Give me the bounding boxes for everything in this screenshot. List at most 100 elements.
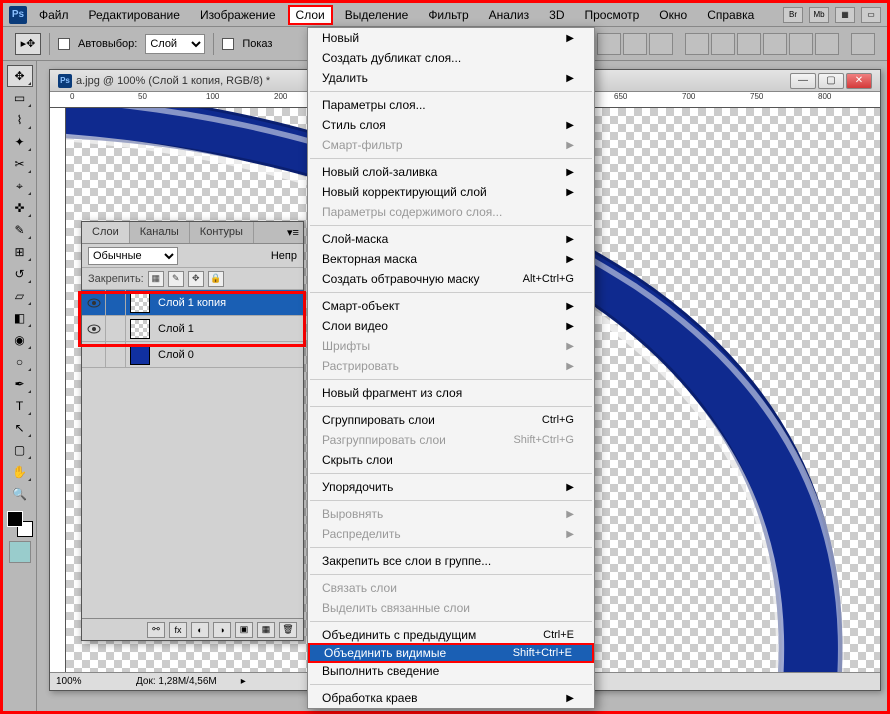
arrange-icon[interactable]: ▦ <box>835 7 855 23</box>
ruler-vertical[interactable] <box>50 108 66 672</box>
brush-tool[interactable]: ✎ <box>7 219 33 241</box>
maximize-button[interactable]: ▢ <box>818 73 844 89</box>
menu-изображение[interactable]: Изображение <box>192 5 284 25</box>
auto-select-checkbox[interactable] <box>58 38 70 50</box>
menu-слои[interactable]: Слои <box>288 5 333 25</box>
link-cell[interactable] <box>106 290 126 315</box>
heal-tool[interactable]: ✜ <box>7 197 33 219</box>
menu-item[interactable]: Закрепить все слои в группе... <box>308 551 594 571</box>
close-button[interactable]: ✕ <box>846 73 872 89</box>
menu-выделение[interactable]: Выделение <box>337 5 417 25</box>
menu-item[interactable]: Упорядочить▶ <box>308 477 594 497</box>
menu-item[interactable]: Новый▶ <box>308 28 594 48</box>
menu-item[interactable]: Обработка краев▶ <box>308 688 594 708</box>
wand-tool[interactable]: ✦ <box>7 131 33 153</box>
zoom-level[interactable]: 100% <box>56 676 116 687</box>
menu-item[interactable]: Смарт-объект▶ <box>308 296 594 316</box>
menu-item[interactable]: Выполнить сведение <box>308 661 594 681</box>
align-btn[interactable] <box>597 33 621 55</box>
layer-thumbnail[interactable] <box>130 293 150 313</box>
group-icon[interactable]: ▣ <box>235 622 253 638</box>
lock-all-icon[interactable]: 🔒 <box>208 271 224 287</box>
eyedrop-tool[interactable]: ⌖ <box>7 175 33 197</box>
panel-menu-icon[interactable]: ▾≡ <box>283 222 303 243</box>
lock-transparent-icon[interactable]: ▦ <box>148 271 164 287</box>
layer-thumbnail[interactable] <box>130 345 150 365</box>
link-cell[interactable] <box>106 316 126 341</box>
auto-align-btn[interactable] <box>851 33 875 55</box>
minibridge-icon[interactable]: Mb <box>809 7 829 23</box>
distribute-btn[interactable] <box>711 33 735 55</box>
pen-tool[interactable]: ✒ <box>7 373 33 395</box>
quickmask-toggle[interactable] <box>9 541 31 563</box>
crop-tool[interactable]: ✂ <box>7 153 33 175</box>
menu-item[interactable]: Векторная маска▶ <box>308 249 594 269</box>
distribute-btn[interactable] <box>763 33 787 55</box>
minimize-button[interactable]: — <box>790 73 816 89</box>
menu-item[interactable]: Объединить с предыдущимCtrl+E <box>308 625 594 645</box>
layer-name[interactable]: Слой 1 <box>154 323 303 335</box>
eraser-tool[interactable]: ▱ <box>7 285 33 307</box>
menu-item[interactable]: Новый слой-заливка▶ <box>308 162 594 182</box>
stamp-tool[interactable]: ⊞ <box>7 241 33 263</box>
menu-item[interactable]: Создать обтравочную маскуAlt+Ctrl+G <box>308 269 594 289</box>
tab-layers[interactable]: Слои <box>82 222 130 243</box>
marquee-tool[interactable]: ▭ <box>7 87 33 109</box>
history-brush-tool[interactable]: ↺ <box>7 263 33 285</box>
move-tool-preset[interactable]: ▸✥ <box>15 33 41 55</box>
lock-paint-icon[interactable]: ✎ <box>168 271 184 287</box>
menu-3d[interactable]: 3D <box>541 5 572 25</box>
trash-icon[interactable]: 🗑 <box>279 622 297 638</box>
link-layers-icon[interactable]: ⚯ <box>147 622 165 638</box>
menu-фильтр[interactable]: Фильтр <box>420 5 476 25</box>
menu-item[interactable]: Сгруппировать слоиCtrl+G <box>308 410 594 430</box>
show-transform-checkbox[interactable] <box>222 38 234 50</box>
menu-item[interactable]: Параметры слоя... <box>308 95 594 115</box>
tab-paths[interactable]: Контуры <box>190 222 254 243</box>
align-btn[interactable] <box>623 33 647 55</box>
lasso-tool[interactable]: ⌇ <box>7 109 33 131</box>
dodge-tool[interactable]: ○ <box>7 351 33 373</box>
layers-panel[interactable]: Слои Каналы Контуры ▾≡ Обычные Непр Закр… <box>81 221 304 641</box>
menu-item[interactable]: Стиль слоя▶ <box>308 115 594 135</box>
menu-item[interactable]: Объединить видимыеShift+Ctrl+E <box>308 643 594 663</box>
layer-row[interactable]: Слой 1 копия <box>82 290 303 316</box>
hand-tool[interactable]: ✋ <box>7 461 33 483</box>
move-tool[interactable]: ✥ <box>7 65 33 87</box>
zoom-tool[interactable]: 🔍 <box>7 483 33 505</box>
blend-mode-select[interactable]: Обычные <box>88 247 178 265</box>
distribute-btn[interactable] <box>789 33 813 55</box>
menu-item[interactable]: Скрыть слои <box>308 450 594 470</box>
distribute-btn[interactable] <box>815 33 839 55</box>
menu-файл[interactable]: Файл <box>31 5 77 25</box>
menu-справка[interactable]: Справка <box>699 5 762 25</box>
align-btn[interactable] <box>649 33 673 55</box>
layer-name[interactable]: Слой 0 <box>154 349 303 361</box>
bridge-icon[interactable]: Br <box>783 7 803 23</box>
menu-item[interactable]: Слой-маска▶ <box>308 229 594 249</box>
distribute-btn[interactable] <box>685 33 709 55</box>
rect-tool[interactable]: ▢ <box>7 439 33 461</box>
layer-name[interactable]: Слой 1 копия <box>154 297 303 309</box>
new-layer-icon[interactable]: ▦ <box>257 622 275 638</box>
blur-tool[interactable]: ◉ <box>7 329 33 351</box>
layer-fx-icon[interactable]: fx <box>169 622 187 638</box>
menu-окно[interactable]: Окно <box>651 5 695 25</box>
menu-item[interactable]: Слои видео▶ <box>308 316 594 336</box>
fg-color[interactable] <box>7 511 23 527</box>
tab-channels[interactable]: Каналы <box>130 222 190 243</box>
path-tool[interactable]: ↖ <box>7 417 33 439</box>
menu-item[interactable]: Создать дубликат слоя... <box>308 48 594 68</box>
gradient-tool[interactable]: ◧ <box>7 307 33 329</box>
lock-position-icon[interactable]: ✥ <box>188 271 204 287</box>
layer-mask-icon[interactable]: ◐ <box>191 622 209 638</box>
menu-item[interactable]: Удалить▶ <box>308 68 594 88</box>
menu-анализ[interactable]: Анализ <box>481 5 538 25</box>
screenmode-icon[interactable]: ▭ <box>861 7 881 23</box>
layer-row[interactable]: Слой 1 <box>82 316 303 342</box>
fill-layer-icon[interactable]: ◑ <box>213 622 231 638</box>
color-swatches[interactable] <box>7 511 33 537</box>
type-tool[interactable]: T <box>7 395 33 417</box>
menu-просмотр[interactable]: Просмотр <box>576 5 647 25</box>
visibility-eye-icon[interactable] <box>82 316 106 341</box>
